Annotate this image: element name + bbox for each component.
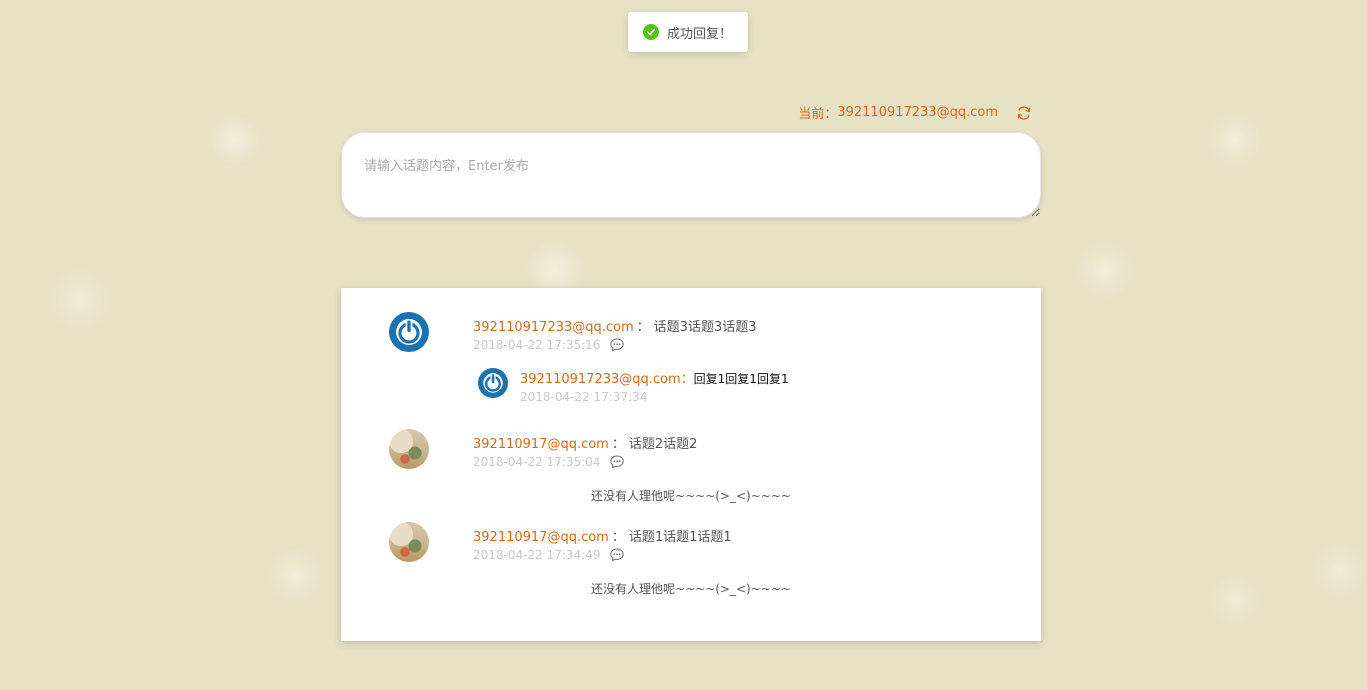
current-user-label: 当前： xyxy=(798,107,838,122)
topic-content: 话题1话题1话题1 xyxy=(628,530,732,545)
topic-header: 392110917@qq.com：话题2话题2 xyxy=(473,433,697,452)
comment-icon[interactable] xyxy=(609,547,625,563)
topic-list-panel: 392110917233@qq.com：话题3话题3话题3 2018-04-22… xyxy=(341,288,1041,641)
comment-icon[interactable] xyxy=(609,337,625,353)
topic-author[interactable]: 392110917@qq.com xyxy=(473,530,609,545)
current-user-bar: 当前： 392110917233@qq.com xyxy=(798,103,1032,122)
reply-author[interactable]: 392110917233@qq.com xyxy=(520,372,681,387)
topic-meta: 2018-04-22 17:34:49 xyxy=(473,547,625,563)
topic-timestamp: 2018-04-22 17:35:16 xyxy=(473,338,601,352)
photo-avatar xyxy=(389,522,429,562)
separator: ： xyxy=(636,320,650,335)
success-toast: 成功回复！ xyxy=(628,12,749,52)
no-reply-message: 还没有人理他呢~~~~(>_<)~~~~ xyxy=(591,582,791,596)
separator: ： xyxy=(611,530,625,545)
toast-message: 成功回复！ xyxy=(667,26,733,42)
topic-header: 392110917233@qq.com：话题3话题3话题3 xyxy=(473,316,757,335)
reply-content: 回复1回复1回复1 xyxy=(693,372,789,386)
refresh-icon[interactable] xyxy=(1016,105,1032,121)
topic-meta: 2018-04-22 17:35:04 xyxy=(473,454,625,470)
topic-timestamp: 2018-04-22 17:34:49 xyxy=(473,548,601,562)
topic-meta: 2018-04-22 17:35:16 xyxy=(473,337,625,353)
current-user-email: 392110917233@qq.com xyxy=(837,105,998,120)
comment-icon[interactable] xyxy=(609,454,625,470)
topic-content: 话题3话题3话题3 xyxy=(653,320,757,335)
topic-author[interactable]: 392110917@qq.com xyxy=(473,437,609,452)
power-icon xyxy=(389,312,429,352)
topic-timestamp: 2018-04-22 17:35:04 xyxy=(473,455,601,469)
reply-timestamp: 2018-04-22 17:37:34 xyxy=(520,390,648,404)
photo-avatar xyxy=(389,429,429,469)
topic-header: 392110917@qq.com：话题1话题1话题1 xyxy=(473,526,732,545)
power-icon xyxy=(478,368,508,398)
separator: ： xyxy=(680,372,694,387)
reply-header: 392110917233@qq.com：回复1回复1回复1 xyxy=(520,368,789,387)
topic-input[interactable] xyxy=(341,132,1041,218)
no-reply-message: 还没有人理他呢~~~~(>_<)~~~~ xyxy=(591,489,791,503)
separator: ： xyxy=(611,437,625,452)
topic-author[interactable]: 392110917233@qq.com xyxy=(473,320,634,335)
topic-content: 话题2话题2 xyxy=(628,437,698,452)
check-circle-icon xyxy=(643,24,659,40)
